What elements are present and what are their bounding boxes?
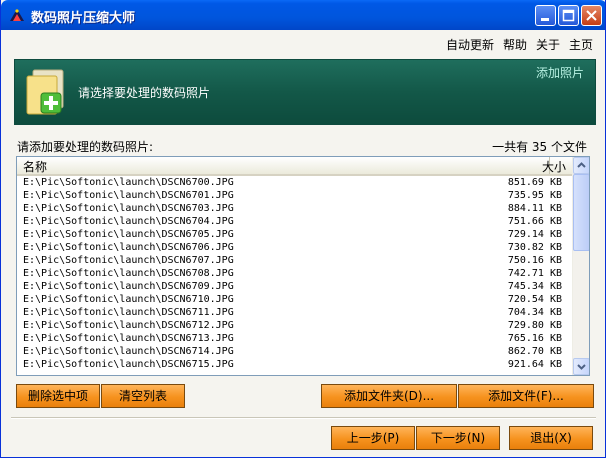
title-bar[interactable]: 数码照片压缩大师 (1, 0, 605, 30)
clear-list-button[interactable]: 清空列表 (101, 384, 185, 408)
file-size: 750.16 KB (507, 255, 562, 266)
file-size: 921.64 KB (507, 359, 562, 370)
minimize-button[interactable] (535, 5, 556, 26)
window-title: 数码照片压缩大师 (31, 11, 136, 26)
add-file-button[interactable]: 添加文件(F)... (458, 384, 594, 408)
file-size: 735.95 KB (507, 190, 562, 201)
menu-homepage[interactable]: 主页 (569, 36, 593, 53)
menu-auto-update[interactable]: 自动更新 (446, 36, 494, 53)
previous-step-button[interactable]: 上一步(P) (331, 426, 415, 450)
file-path: E:\Pic\Softonic\launch\DSCN6700.JPG (23, 177, 234, 188)
top-menu: 自动更新 帮助 关于 主页 (446, 36, 593, 53)
file-path: E:\Pic\Softonic\launch\DSCN6707.JPG (23, 255, 234, 266)
table-row[interactable]: E:\Pic\Softonic\launch\DSCN6706.JPG 730.8… (17, 241, 572, 254)
table-row[interactable]: E:\Pic\Softonic\launch\DSCN6712.JPG 729.8… (17, 319, 572, 332)
column-header-size-label: 大小 (541, 160, 566, 174)
table-row[interactable]: E:\Pic\Softonic\launch\DSCN6703.JPG 884.1… (17, 202, 572, 215)
minimize-icon (541, 18, 549, 21)
app-icon[interactable] (8, 6, 26, 24)
menu-help[interactable]: 帮助 (503, 36, 527, 53)
file-path: E:\Pic\Softonic\launch\DSCN6714.JPG (23, 346, 234, 357)
table-row[interactable]: E:\Pic\Softonic\launch\DSCN6701.JPG 735.9… (17, 189, 572, 202)
file-size: 729.80 KB (507, 320, 562, 331)
file-path: E:\Pic\Softonic\launch\DSCN6713.JPG (23, 333, 234, 344)
file-count: 一共有 35 个文件 (492, 140, 587, 154)
table-row[interactable]: E:\Pic\Softonic\launch\DSCN6707.JPG 750.1… (17, 254, 572, 267)
banner-instruction: 请选择要处理的数码照片 (78, 86, 211, 100)
scroll-up-icon (577, 162, 586, 168)
file-path: E:\Pic\Softonic\launch\DSCN6704.JPG (23, 216, 234, 227)
table-row[interactable]: E:\Pic\Softonic\launch\DSCN6709.JPG 745.3… (17, 280, 572, 293)
scroll-down-button[interactable] (573, 358, 589, 375)
column-header-name-label: 名称 (23, 160, 48, 174)
table-row[interactable]: E:\Pic\Softonic\launch\DSCN6715.JPG 921.6… (17, 358, 572, 371)
table-row[interactable]: E:\Pic\Softonic\launch\DSCN6700.JPG 851.6… (17, 176, 572, 189)
add-photo-folder-icon (23, 68, 67, 119)
file-size: 751.66 KB (507, 216, 562, 227)
maximize-icon (562, 9, 575, 22)
close-button[interactable] (581, 5, 602, 26)
file-path: E:\Pic\Softonic\launch\DSCN6715.JPG (23, 359, 234, 370)
file-size: 862.70 KB (507, 346, 562, 357)
list-label: 请添加要处理的数码照片: (17, 140, 154, 154)
app-window: 数码照片压缩大师 自动更新 帮助 关于 主页 请选择要处理的数码照片 添加照片 … (0, 0, 606, 458)
file-path: E:\Pic\Softonic\launch\DSCN6709.JPG (23, 281, 234, 292)
file-size: 742.71 KB (507, 268, 562, 279)
table-row[interactable]: E:\Pic\Softonic\launch\DSCN6705.JPG 729.1… (17, 228, 572, 241)
file-path: E:\Pic\Softonic\launch\DSCN6711.JPG (23, 307, 234, 318)
add-folder-button[interactable]: 添加文件夹(D)... (321, 384, 457, 408)
file-size: 720.54 KB (507, 294, 562, 305)
file-path: E:\Pic\Softonic\launch\DSCN6708.JPG (23, 268, 234, 279)
list-rows: E:\Pic\Softonic\launch\DSCN6700.JPG 851.6… (17, 176, 572, 371)
file-size: 851.69 KB (507, 177, 562, 188)
scrollbar-thumb[interactable] (573, 174, 589, 251)
delete-selected-button[interactable]: 删除选中项 (16, 384, 100, 408)
divider (11, 417, 596, 419)
exit-button[interactable]: 退出(X) (509, 426, 593, 450)
file-path: E:\Pic\Softonic\launch\DSCN6703.JPG (23, 203, 234, 214)
add-photo-link[interactable]: 添加照片 (536, 64, 584, 81)
maximize-button[interactable] (558, 5, 579, 26)
table-row[interactable]: E:\Pic\Softonic\launch\DSCN6714.JPG 862.7… (17, 345, 572, 358)
file-path: E:\Pic\Softonic\launch\DSCN6701.JPG (23, 190, 234, 201)
file-size: 730.82 KB (507, 242, 562, 253)
column-header-size[interactable]: 大小 (542, 157, 572, 174)
file-size: 884.11 KB (507, 203, 562, 214)
list-header: 名称 大小 (17, 157, 572, 176)
file-path: E:\Pic\Softonic\launch\DSCN6712.JPG (23, 320, 234, 331)
file-path: E:\Pic\Softonic\launch\DSCN6705.JPG (23, 229, 234, 240)
file-path: E:\Pic\Softonic\launch\DSCN6706.JPG (23, 242, 234, 253)
close-icon (586, 10, 597, 21)
menu-about[interactable]: 关于 (536, 36, 560, 53)
table-row[interactable]: E:\Pic\Softonic\launch\DSCN6704.JPG 751.6… (17, 215, 572, 228)
scroll-up-button[interactable] (573, 157, 589, 174)
scroll-down-icon (577, 364, 586, 370)
banner: 请选择要处理的数码照片 添加照片 (14, 59, 596, 125)
vertical-scrollbar[interactable] (572, 157, 589, 375)
next-step-button[interactable]: 下一步(N) (416, 426, 500, 450)
file-size: 765.16 KB (507, 333, 562, 344)
file-size: 729.14 KB (507, 229, 562, 240)
table-row[interactable]: E:\Pic\Softonic\launch\DSCN6711.JPG 704.3… (17, 306, 572, 319)
file-list[interactable]: 名称 大小 E:\Pic\Softonic\launch\DSCN6700.JP… (16, 156, 590, 376)
file-size: 745.34 KB (507, 281, 562, 292)
table-row[interactable]: E:\Pic\Softonic\launch\DSCN6708.JPG 742.7… (17, 267, 572, 280)
file-size: 704.34 KB (507, 307, 562, 318)
file-path: E:\Pic\Softonic\launch\DSCN6710.JPG (23, 294, 234, 305)
table-row[interactable]: E:\Pic\Softonic\launch\DSCN6713.JPG 765.1… (17, 332, 572, 345)
table-row[interactable]: E:\Pic\Softonic\launch\DSCN6710.JPG 720.5… (17, 293, 572, 306)
column-header-name[interactable]: 名称 (17, 157, 550, 174)
